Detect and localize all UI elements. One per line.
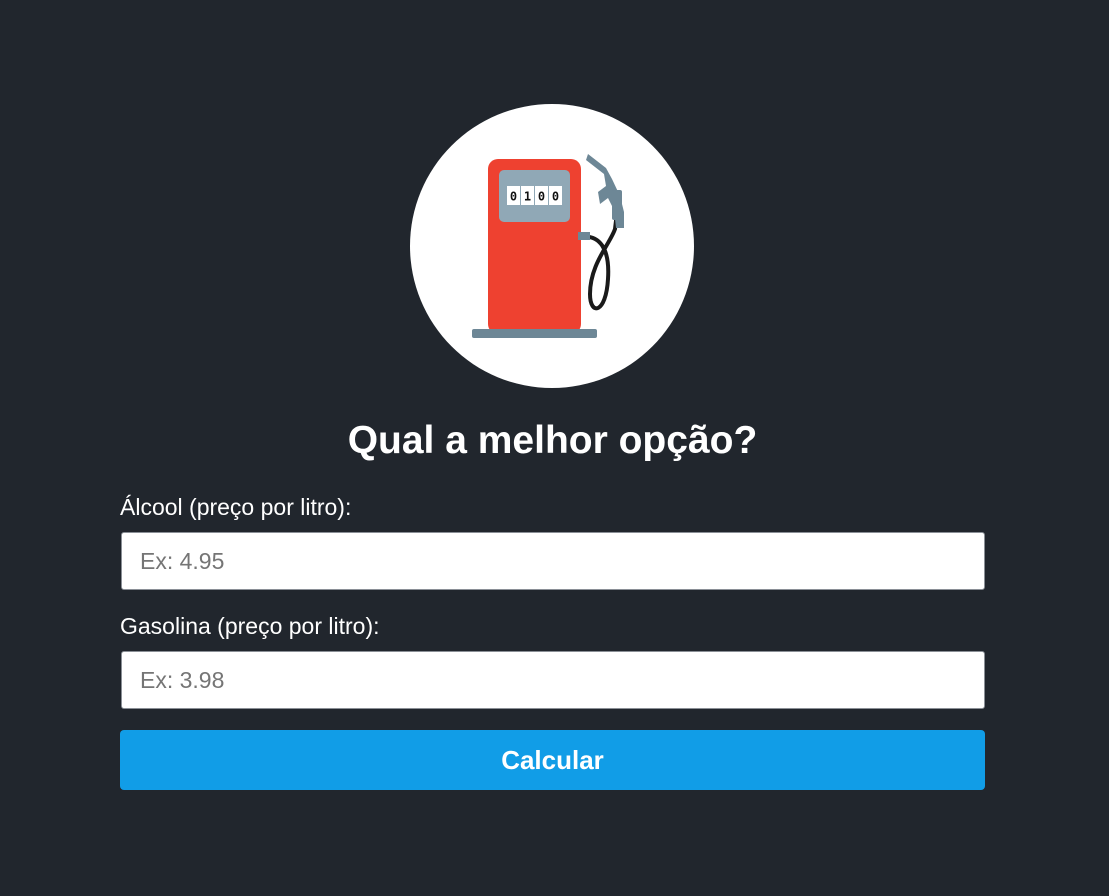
calculate-button[interactable]: Calcular <box>120 730 985 790</box>
hose <box>578 202 620 311</box>
fuel-pump-icon: 0100 <box>472 154 624 338</box>
meter-digit: 0 <box>538 190 545 204</box>
page-title: Qual a melhor opção? <box>347 419 758 462</box>
gasolina-label: Gasolina (preço por litro): <box>120 613 380 639</box>
logo: 0100 <box>410 104 694 388</box>
pump-base <box>472 329 597 338</box>
alcool-price-input[interactable] <box>121 532 985 590</box>
hose-connector <box>578 232 590 240</box>
alcool-label: Álcool (preço por litro): <box>120 494 352 520</box>
meter-digit: 0 <box>552 190 559 204</box>
gasolina-price-input[interactable] <box>121 651 985 709</box>
app-container: 0100 Qual a melhor opção? Álcool (preço … <box>0 0 1109 896</box>
meter-digit: 0 <box>510 190 517 204</box>
meter-digit: 1 <box>524 190 531 204</box>
nozzle-handle <box>612 190 622 220</box>
